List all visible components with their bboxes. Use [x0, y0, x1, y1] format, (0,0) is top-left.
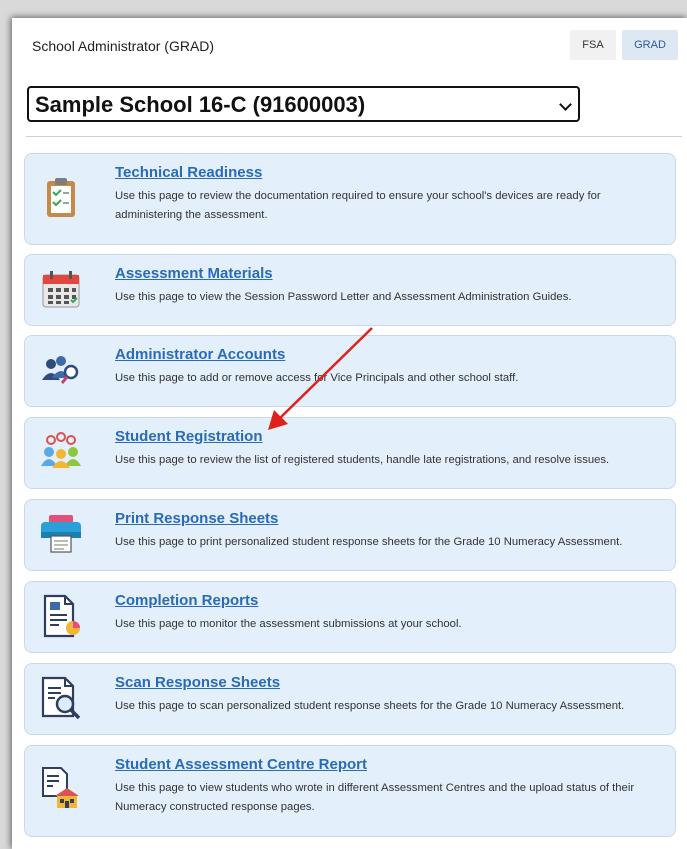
card-title-link[interactable]: Technical Readiness: [115, 164, 262, 181]
card-title-link[interactable]: Student Registration: [115, 428, 263, 445]
card-title-link[interactable]: Assessment Materials: [115, 265, 273, 282]
report-chart-icon: [39, 594, 83, 638]
document-magnifier-icon: [39, 676, 83, 720]
divider: [26, 136, 682, 137]
page-background: School Administrator (GRAD) FSA GRAD Sam…: [0, 0, 687, 849]
card-title-link[interactable]: Student Assessment Centre Report: [115, 756, 367, 773]
card-print-response-sheets: Print Response Sheets Use this page to p…: [24, 499, 676, 571]
card-description: Use this page to review the documentatio…: [115, 190, 601, 221]
calendar-icon: [39, 267, 83, 311]
card-description: Use this page to view the Session Passwo…: [115, 291, 572, 303]
card-title-link[interactable]: Scan Response Sheets: [115, 674, 280, 691]
page-title: School Administrator (GRAD): [32, 38, 215, 54]
card-title-link[interactable]: Administrator Accounts: [115, 346, 285, 363]
card-title-link[interactable]: Completion Reports: [115, 592, 258, 609]
card-title-link[interactable]: Print Response Sheets: [115, 510, 278, 527]
student-group-icon: [39, 430, 83, 474]
building-report-icon: [39, 766, 83, 810]
card-student-assessment-centre-report: Student Assessment Centre Report Use thi…: [24, 745, 676, 837]
tab-grad[interactable]: GRAD: [622, 30, 678, 60]
card-scan-response-sheets: Scan Response Sheets Use this page to sc…: [24, 663, 676, 735]
chevron-down-icon: [559, 98, 572, 111]
admin-panel: School Administrator (GRAD) FSA GRAD Sam…: [12, 18, 687, 849]
school-select-value: Sample School 16-C (91600003): [35, 92, 366, 117]
card-description: Use this page to scan personalized stude…: [115, 700, 625, 712]
card-student-registration: Student Registration Use this page to re…: [24, 417, 676, 489]
card-description: Use this page to add or remove access fo…: [115, 372, 519, 384]
card-description: Use this page to review the list of regi…: [115, 454, 610, 466]
card-description: Use this page to print personalized stud…: [115, 536, 623, 548]
card-completion-reports: Completion Reports Use this page to moni…: [24, 581, 676, 653]
clipboard-checklist-icon: [39, 176, 83, 220]
card-technical-readiness: Technical Readiness Use this page to rev…: [24, 153, 676, 245]
card-assessment-materials: Assessment Materials Use this page to vi…: [24, 254, 676, 326]
printer-icon: [39, 512, 83, 556]
card-description: Use this page to view students who wrote…: [115, 782, 635, 813]
card-administrator-accounts: Administrator Accounts Use this page to …: [24, 335, 676, 407]
school-select[interactable]: Sample School 16-C (91600003): [27, 86, 580, 122]
tab-fsa[interactable]: FSA: [570, 30, 616, 60]
users-search-icon: [39, 348, 83, 392]
card-description: Use this page to monitor the assessment …: [115, 618, 462, 630]
